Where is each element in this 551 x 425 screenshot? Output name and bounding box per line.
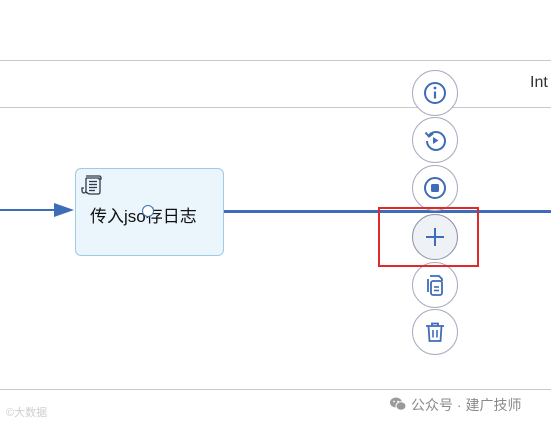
stop-icon <box>422 175 448 201</box>
rollback-button[interactable] <box>412 117 458 163</box>
incoming-flow-line[interactable] <box>0 209 56 211</box>
info-button[interactable] <box>412 70 458 116</box>
watermark-left: ©大数据 <box>6 407 48 419</box>
canvas-bottom-border <box>0 389 551 390</box>
copy-icon <box>422 272 448 298</box>
copy-button[interactable] <box>412 262 458 308</box>
header-column-title: Int <box>530 74 548 91</box>
rollback-icon <box>422 127 448 153</box>
wechat-icon <box>389 396 411 415</box>
highlight-box <box>378 207 479 267</box>
header-bottom-border <box>0 107 551 108</box>
stop-button[interactable] <box>412 165 458 211</box>
info-icon <box>422 80 448 106</box>
delete-button[interactable] <box>412 309 458 355</box>
connection-handle[interactable] <box>142 205 154 217</box>
incoming-arrow-head <box>54 203 74 217</box>
watermark-right-text: 公众号 · 建广技师 <box>411 397 522 413</box>
header-top-border <box>0 60 551 61</box>
trash-icon <box>422 319 448 345</box>
script-icon <box>81 174 103 196</box>
watermark-right: 公众号 · 建广技师 <box>389 395 521 415</box>
